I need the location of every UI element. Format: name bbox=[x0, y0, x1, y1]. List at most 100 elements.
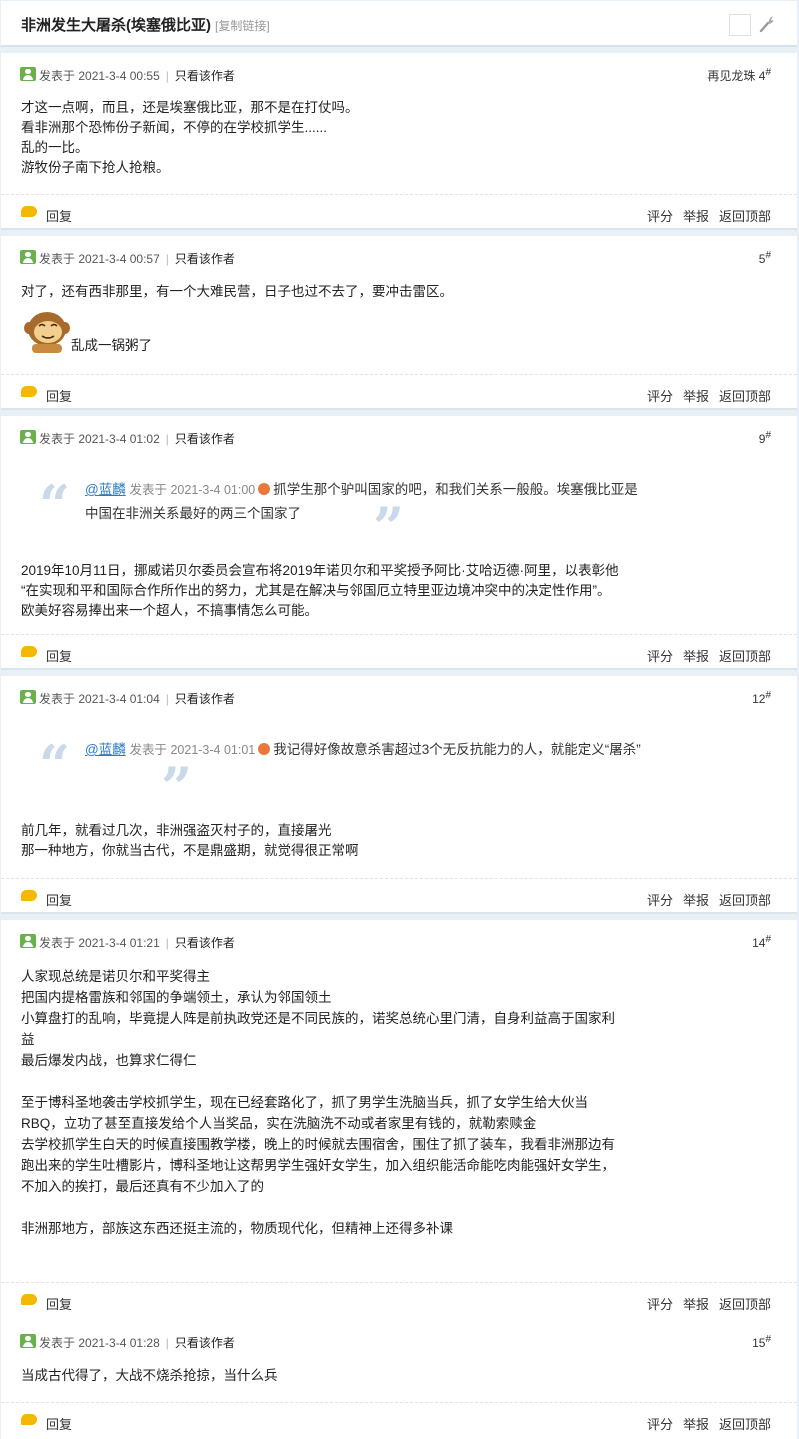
post-floor-5: 发表于 2021-3-4 00:57 | 只看该作者 5# 对了，还有西非那里，有一… bbox=[1, 236, 797, 410]
back-top-button[interactable]: 返回顶部 bbox=[719, 389, 771, 404]
floor-value: 14 bbox=[752, 936, 766, 950]
reply-button[interactable]: 回复 bbox=[46, 1294, 72, 1313]
post-line bbox=[21, 1197, 615, 1218]
post-line bbox=[21, 1071, 615, 1092]
user-online-icon bbox=[20, 690, 36, 704]
floor-number[interactable]: 15# bbox=[752, 1334, 771, 1350]
post-actions: 评分 举报 返回顶部 bbox=[637, 206, 771, 225]
rate-button[interactable]: 评分 bbox=[647, 1297, 673, 1312]
posted-at-label: 发表于 bbox=[39, 252, 76, 266]
post-footer: 回复 评分 举报 返回顶部 bbox=[1, 1282, 797, 1313]
only-author-link[interactable]: 只看该作者 bbox=[175, 692, 235, 706]
post-time: 2021-3-4 01:02 bbox=[78, 432, 160, 446]
back-top-button[interactable]: 返回顶部 bbox=[719, 649, 771, 664]
post-line: 去学校抓学生白天的时候直接围教学楼，晚上的时候就去围宿舍，围住了抓了装车，我看非… bbox=[21, 1137, 615, 1152]
reply-button[interactable]: 回复 bbox=[46, 1414, 72, 1433]
only-author-link[interactable]: 只看该作者 bbox=[175, 936, 235, 950]
floor-mark: # bbox=[765, 430, 771, 441]
emoji-caption: 乱成一锅粥了 bbox=[71, 336, 152, 356]
post-time: 2021-3-4 01:21 bbox=[78, 936, 160, 950]
back-top-button[interactable]: 返回顶部 bbox=[719, 209, 771, 224]
posted-at-label: 发表于 bbox=[39, 1336, 76, 1350]
post-footer: 回复 评分 举报 返回顶部 bbox=[1, 194, 797, 225]
floor-number[interactable]: 9# bbox=[759, 430, 771, 446]
reply-icon[interactable] bbox=[21, 386, 37, 397]
only-author-link[interactable]: 只看该作者 bbox=[175, 432, 235, 446]
thread-title-text: 非洲发生大屠杀(埃塞俄比亚) bbox=[21, 17, 211, 34]
goto-post-icon[interactable] bbox=[258, 483, 271, 495]
reply-button[interactable]: 回复 bbox=[46, 646, 72, 665]
quote-content: 我记得好像故意杀害超过3个无反抗能力的人，就能定义“屠杀” bbox=[273, 742, 641, 757]
user-online-icon bbox=[20, 1334, 36, 1348]
post-line: “在实现和平和国际合作所作出的努力，尤其是在解决与邻国厄立特里亚边境冲突中的决定… bbox=[21, 583, 611, 598]
floor-prefix: 再见龙珠 bbox=[707, 69, 756, 83]
reply-button[interactable]: 回复 bbox=[46, 386, 72, 405]
rate-button[interactable]: 评分 bbox=[647, 893, 673, 908]
floor-number[interactable]: 再见龙珠 4# bbox=[707, 67, 771, 84]
monkey-emoji-icon bbox=[24, 312, 70, 353]
post-floor-4: 发表于 2021-3-4 00:55 | 只看该作者 再见龙珠 4# 才这一点啊，而… bbox=[1, 53, 797, 230]
close-quote-icon: ” bbox=[373, 495, 405, 559]
checkbox-icon[interactable] bbox=[729, 14, 751, 36]
post-line: 看非洲那个恐怖份子新闻，不停的在学校抓学生...... bbox=[21, 120, 328, 135]
post-header: 发表于 2021-3-4 01:28 | 只看该作者 15# bbox=[1, 1320, 797, 1350]
post-meta: 发表于 2021-3-4 01:21 | 只看该作者 bbox=[39, 936, 235, 950]
rate-button[interactable]: 评分 bbox=[647, 389, 673, 404]
floor-number[interactable]: 14# bbox=[752, 934, 771, 950]
report-button[interactable]: 举报 bbox=[683, 389, 709, 404]
reply-button[interactable]: 回复 bbox=[46, 206, 72, 225]
post-line: 才这一点啊，而且，还是埃塞俄比亚，那不是在打仗吗。 bbox=[21, 100, 359, 115]
reply-icon[interactable] bbox=[21, 646, 37, 657]
wrench-icon[interactable] bbox=[759, 15, 775, 33]
user-online-icon bbox=[20, 934, 36, 948]
post-meta: 发表于 2021-3-4 00:57 | 只看该作者 bbox=[39, 252, 235, 266]
post-line: 小算盘打的乱响，毕竟提人阵是前执政党还是不同民族的，诺奖总统心里门清，自身利益高… bbox=[21, 1011, 615, 1026]
report-button[interactable]: 举报 bbox=[683, 1417, 709, 1432]
post-line: 跑出来的学生吐槽影片，博科圣地让这帮男学生强奸女学生，加入组织能活命能吃肉能强奸… bbox=[21, 1158, 615, 1173]
quote-user-link[interactable]: @蓝麟 bbox=[85, 742, 126, 757]
report-button[interactable]: 举报 bbox=[683, 1297, 709, 1312]
post-meta: 发表于 2021-3-4 01:28 | 只看该作者 bbox=[39, 1336, 235, 1350]
post-line: 把国内提格雷族和邻国的争端领土，承认为邻国领土 bbox=[21, 990, 332, 1005]
back-top-button[interactable]: 返回顶部 bbox=[719, 1417, 771, 1432]
floor-value: 12 bbox=[752, 692, 766, 706]
only-author-link[interactable]: 只看该作者 bbox=[175, 69, 235, 83]
user-online-icon bbox=[20, 67, 36, 81]
reply-button[interactable]: 回复 bbox=[46, 890, 72, 909]
reply-icon[interactable] bbox=[21, 1414, 37, 1425]
post-footer: 回复 评分 举报 返回顶部 bbox=[1, 878, 797, 909]
post-content: 2019年10月11日，挪威诺贝尔委员会宣布将2019年诺贝尔和平奖授予阿比·艾… bbox=[21, 561, 619, 621]
back-top-button[interactable]: 返回顶部 bbox=[719, 1297, 771, 1312]
post-line: 游牧份子南下抢人抢粮。 bbox=[21, 160, 170, 175]
floor-number[interactable]: 5# bbox=[759, 250, 771, 266]
thread-header: 非洲发生大屠杀(埃塞俄比亚) [复制链接] bbox=[1, 1, 797, 47]
post-floor-14: 发表于 2021-3-4 01:21 | 只看该作者 14# 人家现总统是诺贝尔和平… bbox=[1, 920, 797, 1322]
only-author-link[interactable]: 只看该作者 bbox=[175, 252, 235, 266]
report-button[interactable]: 举报 bbox=[683, 209, 709, 224]
report-button[interactable]: 举报 bbox=[683, 649, 709, 664]
copy-link-button[interactable]: [复制链接] bbox=[215, 19, 270, 33]
post-time: 2021-3-4 00:57 bbox=[78, 252, 160, 266]
reply-icon[interactable] bbox=[21, 1294, 37, 1305]
post-line: 前几年，就看过几次，非洲强盗灭村子的，直接屠光 bbox=[21, 823, 332, 838]
rate-button[interactable]: 评分 bbox=[647, 649, 673, 664]
rate-button[interactable]: 评分 bbox=[647, 1417, 673, 1432]
quote-user-link[interactable]: @蓝麟 bbox=[85, 482, 126, 497]
post-actions: 评分 举报 返回顶部 bbox=[637, 1414, 771, 1433]
back-top-button[interactable]: 返回顶部 bbox=[719, 893, 771, 908]
post-header: 发表于 2021-3-4 01:02 | 只看该作者 9# bbox=[1, 416, 797, 446]
post-content: 对了，还有西非那里，有一个大难民营，日子也过不去了，要冲击雷区。 bbox=[21, 282, 453, 302]
post-line: 至于博科圣地袭击学校抓学生，现在已经套路化了，抓了男学生洗脑当兵，抓了女学生给大… bbox=[21, 1095, 588, 1110]
posted-at-label: 发表于 bbox=[39, 69, 76, 83]
close-quote-icon: ” bbox=[161, 755, 193, 819]
reply-icon[interactable] bbox=[21, 890, 37, 901]
only-author-link[interactable]: 只看该作者 bbox=[175, 1336, 235, 1350]
goto-post-icon[interactable] bbox=[258, 743, 271, 755]
report-button[interactable]: 举报 bbox=[683, 893, 709, 908]
floor-number[interactable]: 12# bbox=[752, 690, 771, 706]
quote-meta: 发表于 2021-3-4 01:00 bbox=[129, 483, 256, 497]
reply-icon[interactable] bbox=[21, 206, 37, 217]
post-floor-15: 发表于 2021-3-4 01:28 | 只看该作者 15# 当成古代得了，大战不烧… bbox=[1, 1320, 797, 1439]
floor-mark: # bbox=[765, 934, 771, 945]
rate-button[interactable]: 评分 bbox=[647, 209, 673, 224]
